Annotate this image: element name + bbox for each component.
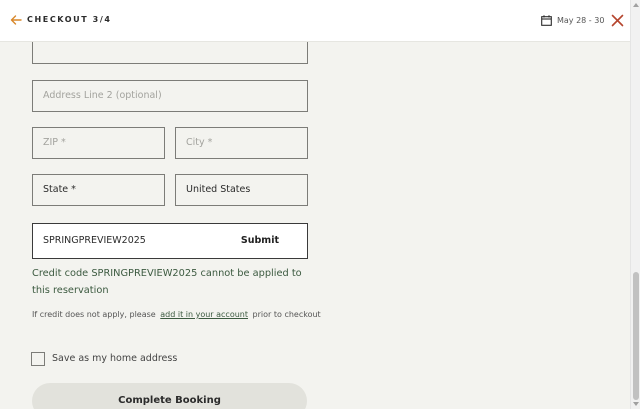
scrollbar-thumb[interactable] xyxy=(633,272,639,400)
stay-dates[interactable]: May 28 - 30 xyxy=(557,16,604,25)
zip-field[interactable]: ZIP * xyxy=(32,127,165,159)
scroll-down-arrow-icon[interactable] xyxy=(633,402,639,406)
credit-note-prefix: If credit does not apply, please xyxy=(32,310,156,319)
page-scrollbar[interactable] xyxy=(630,0,640,409)
checkout-header: CHECKOUT 3/4 May 28 - 30 xyxy=(0,0,630,42)
close-icon[interactable] xyxy=(611,14,624,27)
address-line2-field[interactable]: Address Line 2 (optional) xyxy=(32,80,308,112)
credit-note-suffix: prior to checkout xyxy=(252,310,321,319)
back-arrow-icon[interactable] xyxy=(10,14,22,26)
scroll-up-arrow-icon[interactable] xyxy=(633,3,639,7)
country-select[interactable]: United States xyxy=(175,174,308,206)
save-home-address-checkbox[interactable] xyxy=(31,352,45,366)
credit-code-value: SPRINGPREVIEW2025 xyxy=(43,235,146,246)
credit-note: If credit does not apply, please add it … xyxy=(32,309,322,320)
save-home-address-label[interactable]: Save as my home address xyxy=(52,353,177,364)
submit-credit-button[interactable]: Submit xyxy=(241,224,279,258)
checkout-step-label: CHECKOUT 3/4 xyxy=(27,15,112,24)
country-value: United States xyxy=(186,184,251,195)
zip-placeholder: ZIP * xyxy=(43,137,66,148)
credit-code-field[interactable]: SPRINGPREVIEW2025 Submit xyxy=(32,223,308,259)
add-credit-account-link[interactable]: add it in your account xyxy=(160,310,248,319)
complete-booking-button[interactable]: Complete Booking xyxy=(32,383,307,409)
state-select[interactable]: State * xyxy=(32,174,165,206)
city-placeholder: City * xyxy=(186,137,213,148)
address-line2-placeholder: Address Line 2 (optional) xyxy=(43,90,162,101)
city-field[interactable]: City * xyxy=(175,127,308,159)
calendar-icon xyxy=(541,15,552,26)
credit-error-message: Credit code SPRINGPREVIEW2025 cannot be … xyxy=(32,268,302,296)
state-value: State * xyxy=(43,184,76,195)
